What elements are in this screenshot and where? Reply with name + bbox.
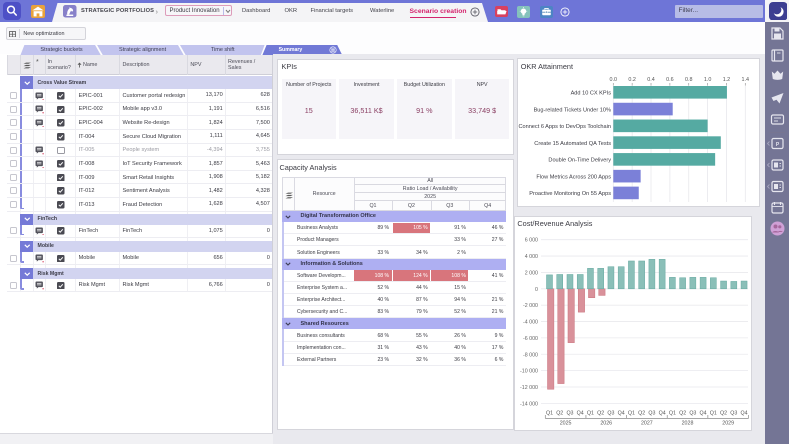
svg-text:4 000: 4 000: [525, 254, 538, 260]
svg-text:Q1: Q1: [628, 411, 635, 417]
svg-text:Q4: Q4: [577, 411, 584, 417]
svg-text:Q3: Q3: [648, 411, 655, 417]
svg-text:Connect 6 Apps to DevOps Toolc: Connect 6 Apps to DevOps Toolchain: [518, 124, 611, 130]
svg-text:Bug-related Tickets Under 10%: Bug-related Tickets Under 10%: [534, 108, 611, 114]
svg-text:Proactive Monitoring On 55 App: Proactive Monitoring On 55 Apps: [529, 192, 611, 198]
svg-text:-6 000: -6 000: [523, 336, 538, 342]
svg-text:2028: 2028: [682, 421, 694, 427]
svg-text:Q4: Q4: [700, 411, 707, 417]
svg-text:Q1: Q1: [587, 411, 594, 417]
svg-text:Q4: Q4: [659, 411, 666, 417]
svg-text:-10 000: -10 000: [520, 369, 538, 375]
svg-text:0.0: 0.0: [610, 77, 618, 83]
svg-text:2027: 2027: [641, 421, 653, 427]
svg-text:Q3: Q3: [566, 411, 573, 417]
svg-text:-12 000: -12 000: [520, 385, 538, 391]
svg-text:Create 15 Automated QA Tests: Create 15 Automated QA Tests: [534, 141, 611, 147]
svg-text:-14 000: -14 000: [520, 402, 538, 408]
svg-text:0: 0: [535, 287, 538, 293]
svg-text:Add 10 CX KPIs: Add 10 CX KPIs: [571, 91, 612, 97]
svg-text:Q2: Q2: [720, 411, 727, 417]
svg-text:Flow Metrics Across 200 Apps: Flow Metrics Across 200 Apps: [536, 175, 611, 181]
svg-text:Q2: Q2: [638, 411, 645, 417]
svg-text:0.2: 0.2: [628, 77, 636, 83]
svg-text:1.2: 1.2: [723, 77, 731, 83]
svg-text:-4 000: -4 000: [523, 320, 538, 326]
svg-text:Q4: Q4: [618, 411, 625, 417]
svg-text:Q3: Q3: [730, 411, 737, 417]
svg-text:Q2: Q2: [679, 411, 686, 417]
svg-text:Q2: Q2: [597, 411, 604, 417]
svg-text:Q1: Q1: [546, 411, 553, 417]
svg-text:-2 000: -2 000: [523, 303, 538, 309]
svg-text:Q1: Q1: [710, 411, 717, 417]
svg-text:Q4: Q4: [741, 411, 748, 417]
svg-text:P: P: [776, 142, 780, 148]
svg-text:Q1: Q1: [669, 411, 676, 417]
svg-text:2026: 2026: [600, 421, 612, 427]
svg-text:Q3: Q3: [689, 411, 696, 417]
svg-text:Q3: Q3: [607, 411, 614, 417]
svg-text:2029: 2029: [722, 421, 734, 427]
svg-text:1.0: 1.0: [704, 77, 712, 83]
svg-text:Double On-Time Delivery: Double On-Time Delivery: [548, 158, 611, 164]
svg-text:2 000: 2 000: [525, 271, 538, 277]
svg-text:0.8: 0.8: [685, 77, 693, 83]
svg-text:0.6: 0.6: [666, 77, 674, 83]
svg-text:1.4: 1.4: [742, 77, 750, 83]
svg-text:0.4: 0.4: [647, 77, 655, 83]
svg-text:-8 000: -8 000: [523, 353, 538, 359]
svg-text:Q2: Q2: [556, 411, 563, 417]
svg-text:2025: 2025: [560, 421, 572, 427]
svg-text:6 000: 6 000: [525, 238, 538, 244]
